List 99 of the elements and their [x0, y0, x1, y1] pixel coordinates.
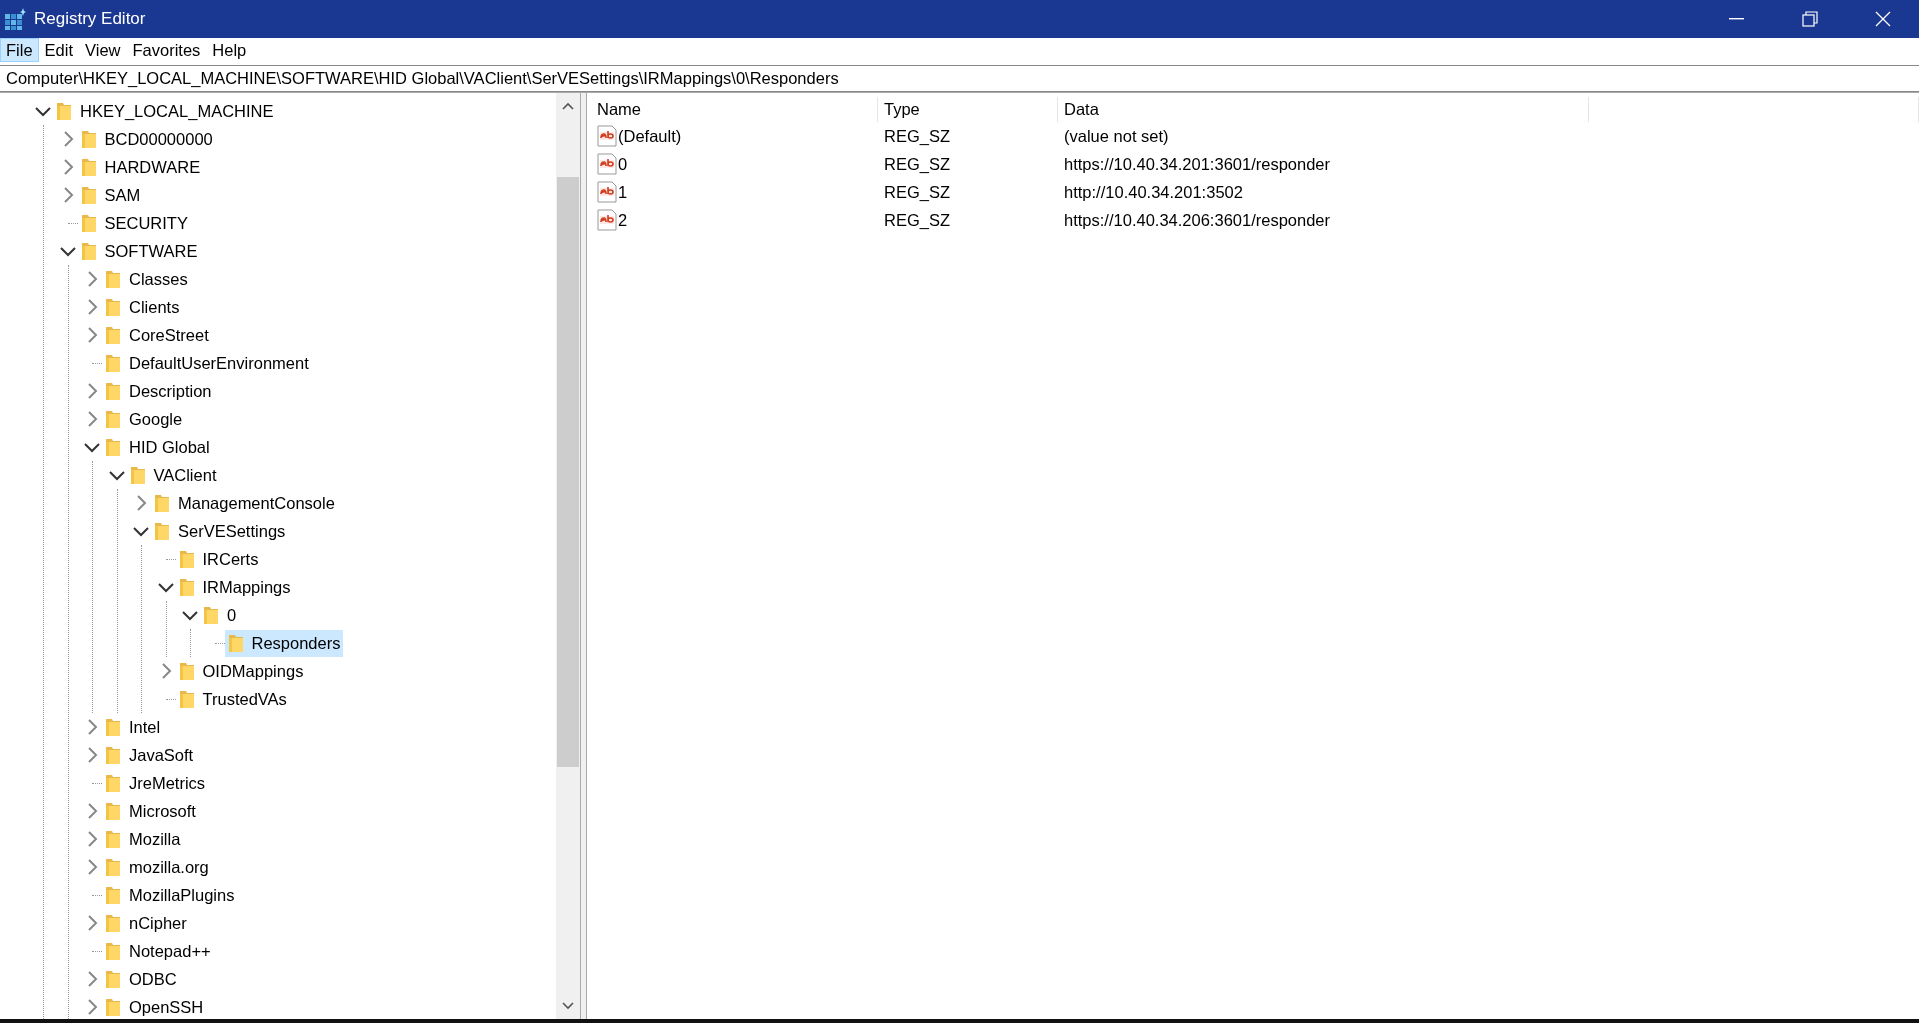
menu-item[interactable]: Favorites: [126, 38, 207, 62]
tree-item[interactable]: SAM: [77, 181, 144, 209]
tree-item[interactable]: HID Global: [102, 433, 213, 461]
string-value-icon: [597, 153, 617, 175]
menu-item[interactable]: Edit: [38, 38, 80, 62]
folder-icon: [105, 801, 121, 821]
folder-icon: [105, 745, 121, 765]
minimize-icon: [1729, 18, 1744, 20]
app-icon: [4, 8, 26, 30]
menu-item[interactable]: File: [0, 38, 39, 62]
tree-item[interactable]: mozilla.org: [102, 853, 212, 881]
folder-icon: [80, 157, 97, 177]
folder-icon: [56, 101, 72, 121]
tree-item[interactable]: ManagementConsole: [151, 489, 338, 517]
folder-icon: [105, 353, 121, 373]
tree-item[interactable]: MozillaPlugins: [102, 881, 238, 909]
tree-item[interactable]: SECURITY: [77, 209, 191, 237]
tree-item[interactable]: Google: [102, 405, 186, 433]
tree-item[interactable]: Responders: [224, 629, 344, 657]
tree-item[interactable]: BCD00000000: [77, 125, 216, 153]
tree-item[interactable]: Description: [102, 377, 215, 405]
folder-icon: [80, 213, 97, 233]
window-title: Registry Editor: [34, 8, 146, 31]
string-value-icon: [597, 125, 617, 147]
column-header[interactable]: Name: [591, 97, 878, 122]
folder-icon: [105, 325, 121, 345]
table-cell-text: https://10.40.34.201:3601/responder: [1063, 153, 1332, 175]
tree-item[interactable]: Clients: [102, 293, 183, 321]
tree-item[interactable]: IRMappings: [175, 573, 294, 601]
folder-icon: [129, 465, 146, 485]
address-field[interactable]: Computer\HKEY_LOCAL_MACHINE\SOFTWARE\HID Global\VAClient\SerVESettings\IRMappings\0\Responders: [0, 65, 1919, 92]
tree-item[interactable]: TrustedVAs: [175, 685, 290, 713]
column-header[interactable]: Data: [1058, 97, 1589, 122]
folder-icon: [227, 633, 244, 653]
table-cell-text: REG_SZ: [883, 181, 952, 203]
folder-icon: [178, 577, 195, 597]
tree-item[interactable]: VAClient: [126, 461, 220, 489]
tree-item[interactable]: Intel: [102, 713, 164, 741]
tree-item[interactable]: SOFTWARE: [77, 237, 201, 265]
string-value-icon: [597, 181, 617, 203]
folder-icon: [105, 969, 121, 989]
folder-icon: [80, 129, 97, 149]
folder-icon: [154, 521, 170, 541]
folder-icon: [105, 829, 121, 849]
folder-icon: [105, 409, 121, 429]
tree-item[interactable]: HKEY_LOCAL_MACHINE: [53, 97, 277, 125]
table-cell-text: REG_SZ: [883, 209, 952, 231]
tree-item[interactable]: ODBC: [102, 965, 180, 993]
menu-item[interactable]: View: [79, 38, 127, 62]
table-cell-text: REG_SZ: [883, 125, 952, 147]
tree-item[interactable]: OpenSSH: [102, 993, 207, 1019]
table-cell-text: http://10.40.34.201:3502: [1063, 181, 1244, 203]
value-name[interactable]: 2: [591, 206, 878, 234]
caret-down-icon: [561, 1001, 575, 1011]
folder-icon: [105, 913, 121, 933]
table-cell-text: https://10.40.34.206:3601/responder: [1063, 209, 1332, 231]
string-value-icon: [597, 209, 617, 231]
tree-item[interactable]: IRCerts: [175, 545, 262, 573]
folder-icon: [203, 605, 219, 625]
folder-icon: [80, 241, 97, 261]
folder-icon: [178, 661, 195, 681]
value-name[interactable]: (Default): [591, 122, 878, 150]
tree-item[interactable]: CoreStreet: [102, 321, 212, 349]
caret-up-icon: [561, 101, 575, 111]
folder-icon: [154, 493, 170, 513]
folder-icon: [80, 185, 97, 205]
folder-icon: [105, 941, 121, 961]
tree-item[interactable]: nCipher: [102, 909, 190, 937]
restore-icon: [1800, 10, 1819, 28]
folder-icon: [105, 381, 121, 401]
tree-item[interactable]: JreMetrics: [102, 769, 209, 797]
table-cell-text: (value not set): [1063, 125, 1170, 147]
folder-icon: [178, 549, 195, 569]
folder-icon: [105, 857, 121, 877]
tree-item[interactable]: OIDMappings: [175, 657, 307, 685]
close-icon: [1873, 10, 1892, 28]
column-header[interactable]: Type: [878, 97, 1058, 122]
scrollbar-thumb[interactable]: [557, 177, 579, 767]
tree-item[interactable]: HARDWARE: [77, 153, 204, 181]
tree-item[interactable]: DefaultUserEnvironment: [102, 349, 312, 377]
value-name[interactable]: 0: [591, 150, 878, 178]
folder-icon: [105, 773, 121, 793]
folder-icon: [105, 885, 121, 905]
tree-item[interactable]: Classes: [102, 265, 191, 293]
folder-icon: [105, 297, 121, 317]
tree-item[interactable]: SerVESettings: [151, 517, 289, 545]
folder-icon: [105, 437, 121, 457]
folder-icon: [105, 717, 121, 737]
folder-icon: [178, 689, 195, 709]
value-name[interactable]: 1: [591, 178, 878, 206]
table-cell-text: REG_SZ: [883, 153, 952, 175]
folder-icon: [105, 997, 121, 1017]
tree-item[interactable]: Mozilla: [102, 825, 184, 853]
tree-item[interactable]: Microsoft: [102, 797, 199, 825]
tree-item[interactable]: 0: [200, 601, 240, 629]
tree-item[interactable]: Notepad++: [102, 937, 214, 965]
tree-item[interactable]: JavaSoft: [102, 741, 197, 769]
folder-icon: [105, 269, 121, 289]
menu-item[interactable]: Help: [206, 38, 253, 62]
